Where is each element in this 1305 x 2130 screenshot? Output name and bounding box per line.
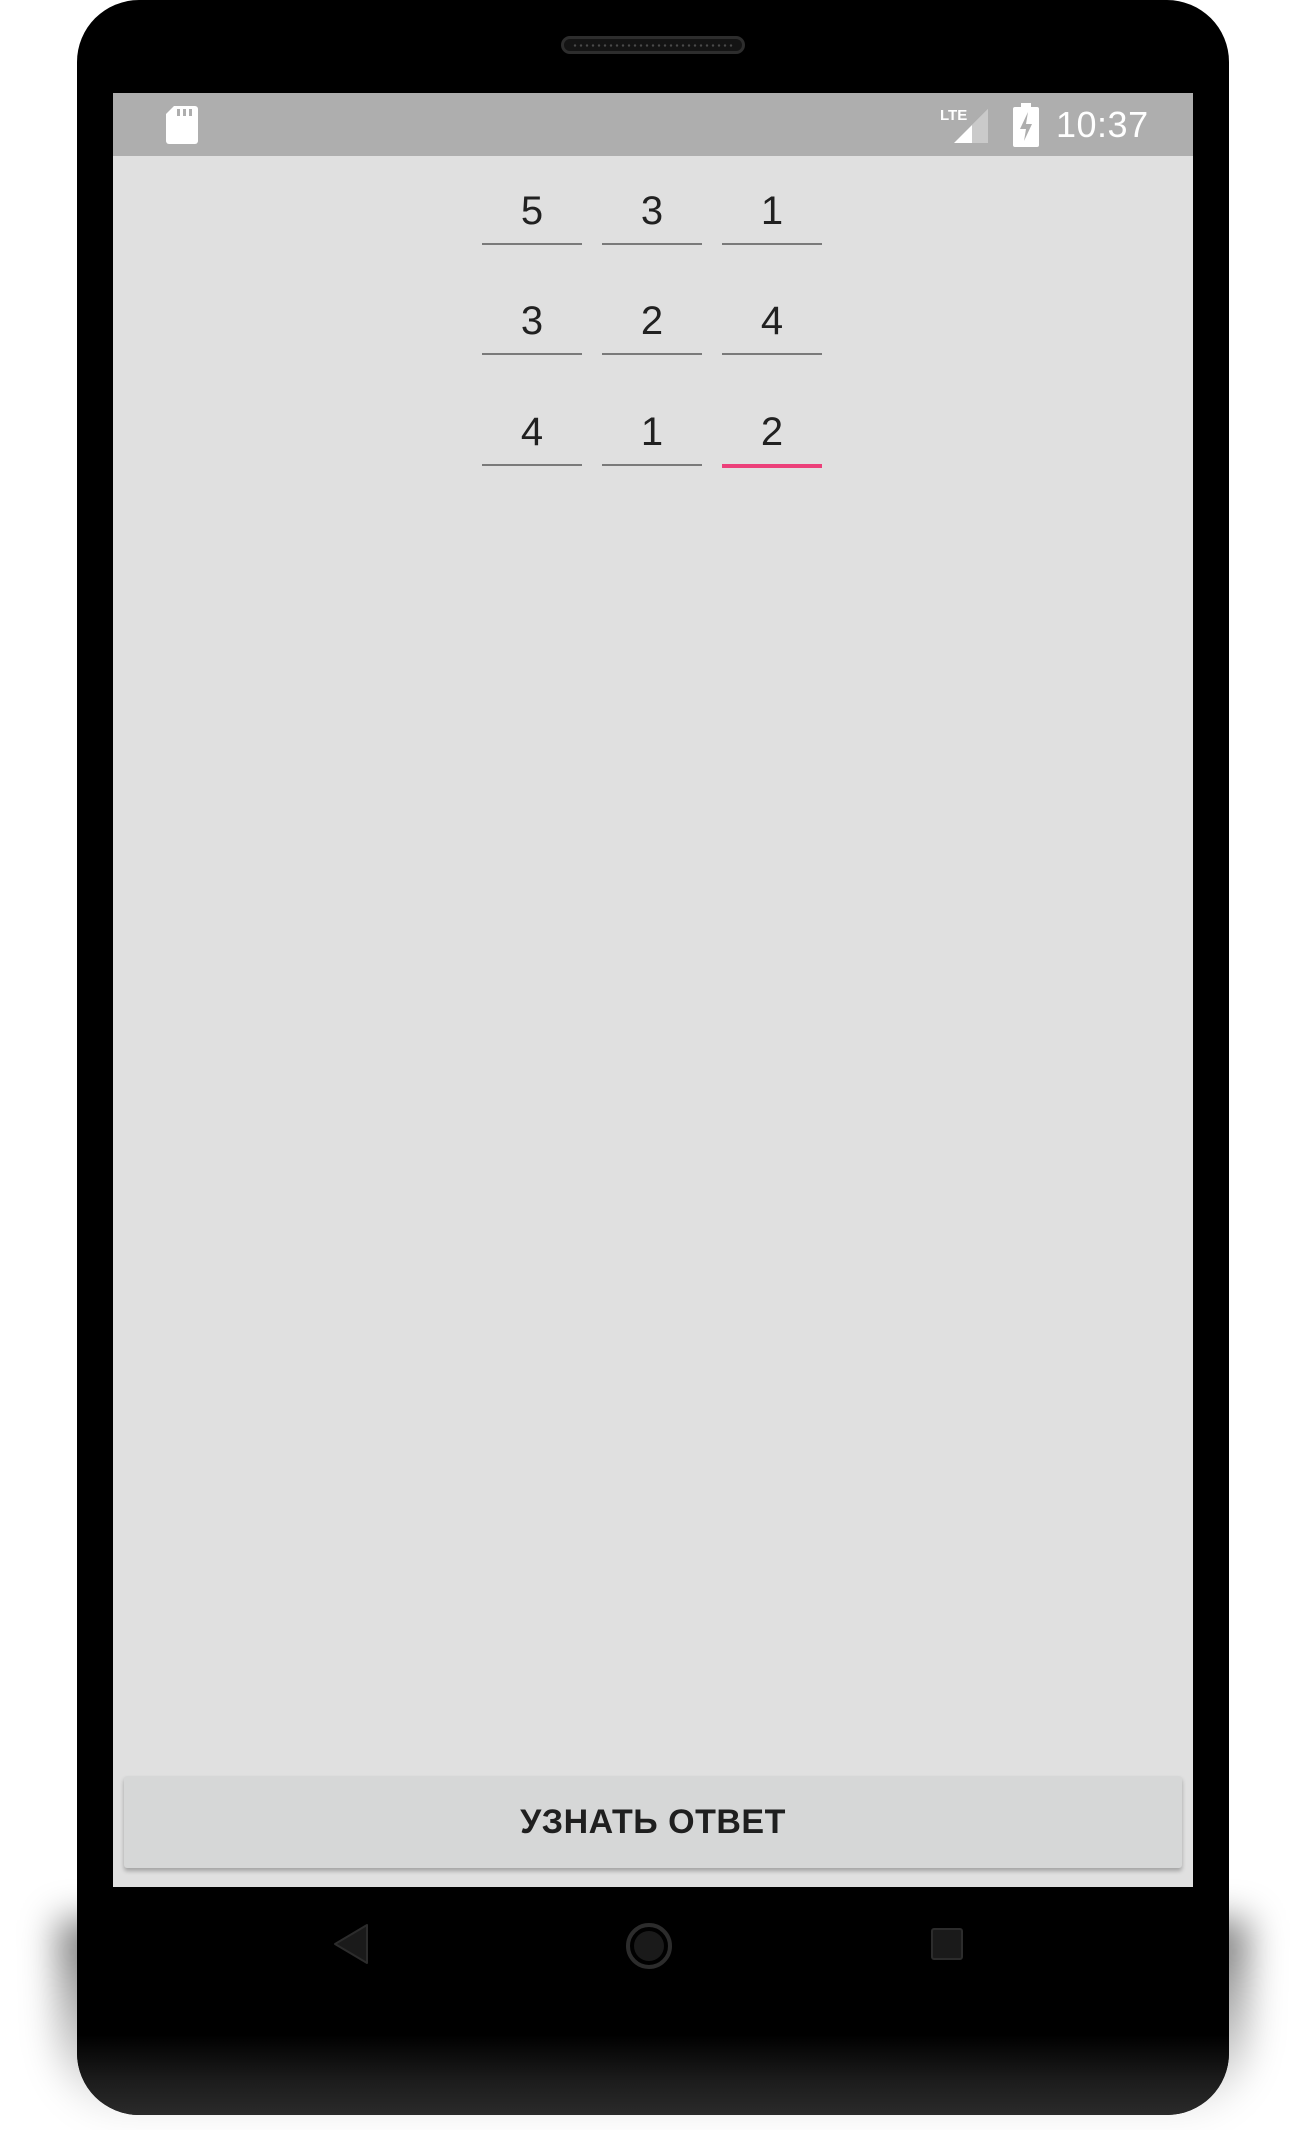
lte-label: LTE bbox=[940, 107, 967, 124]
grid-cell-r1-c2[interactable]: 3 bbox=[602, 181, 702, 245]
get-answer-button[interactable]: УЗНАТЬ ОТВЕТ bbox=[124, 1776, 1182, 1868]
grid-cell-value: 2 bbox=[640, 299, 664, 343]
input-underline bbox=[722, 243, 822, 245]
grid-cell-value: 4 bbox=[760, 299, 784, 343]
input-underline bbox=[482, 243, 582, 245]
grid-cell-value: 1 bbox=[760, 189, 784, 233]
grid-cell-value: 3 bbox=[640, 189, 664, 233]
grid-cell-r3-c3[interactable]: 2 bbox=[722, 402, 822, 468]
earpiece-speaker bbox=[561, 36, 745, 54]
grid-cell-r2-c1[interactable]: 3 bbox=[482, 291, 582, 355]
grid-cell-r2-c3[interactable]: 4 bbox=[722, 291, 822, 355]
input-underline bbox=[602, 243, 702, 245]
grid-cell-r2-c2[interactable]: 2 bbox=[602, 291, 702, 355]
status-clock: 10:37 bbox=[1056, 104, 1149, 145]
grid-cell-value: 1 bbox=[640, 410, 664, 454]
battery-charging-icon bbox=[1013, 103, 1039, 147]
navigation-bar bbox=[113, 1887, 1193, 2007]
recent-apps-icon[interactable] bbox=[931, 1928, 963, 1960]
status-bar: LTE 10:37 bbox=[113, 93, 1193, 156]
grid-cell-r1-c3[interactable]: 1 bbox=[722, 181, 822, 245]
grid-cell-r1-c1[interactable]: 5 bbox=[482, 181, 582, 245]
input-underline-focused bbox=[722, 464, 822, 468]
input-underline bbox=[602, 464, 702, 466]
grid-cell-r3-c2[interactable]: 1 bbox=[602, 402, 702, 466]
back-icon[interactable] bbox=[333, 1923, 369, 1965]
grid-cell-r3-c1[interactable]: 4 bbox=[482, 402, 582, 466]
input-underline bbox=[722, 353, 822, 355]
grid-cell-value: 2 bbox=[760, 410, 784, 454]
grid-cell-value: 3 bbox=[520, 299, 544, 343]
lte-signal-icon: LTE bbox=[940, 107, 988, 143]
input-underline bbox=[602, 353, 702, 355]
phone-bezel-bottom bbox=[77, 2035, 1229, 2115]
page: LTE 10:37 5 3 1 3 2 4 4 1 2 УЗНАТЬ ОТВЕТ bbox=[0, 0, 1305, 2130]
grid-cell-value: 5 bbox=[520, 189, 544, 233]
grid-cell-value: 4 bbox=[520, 410, 544, 454]
input-underline bbox=[482, 353, 582, 355]
screen: LTE 10:37 5 3 1 3 2 4 4 1 2 УЗНАТЬ ОТВЕТ bbox=[113, 93, 1193, 1887]
input-underline bbox=[482, 464, 582, 466]
speaker-grille bbox=[572, 44, 734, 47]
home-icon[interactable] bbox=[625, 1922, 673, 1970]
sd-card-icon bbox=[166, 106, 198, 144]
